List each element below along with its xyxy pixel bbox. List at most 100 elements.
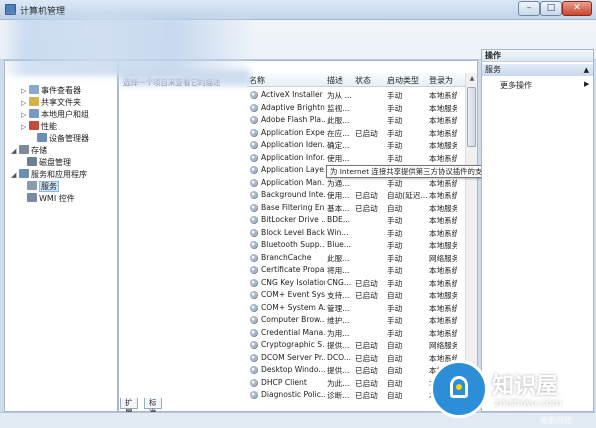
table-row[interactable]: Cryptographic S... 提供... 已启动 自动 网络服务 [247, 339, 467, 352]
table-row[interactable]: Computer Brow... 维护... 手动 本地系统 [247, 314, 467, 327]
tree-item-label: 性能 [41, 122, 57, 131]
tree-item[interactable]: ▷ 性能 [21, 121, 57, 133]
table-cell: 手动 [387, 103, 403, 113]
table-cell: Computer Brow... [261, 315, 325, 324]
maximize-button[interactable]: □ [540, 1, 562, 16]
service-gear-icon [250, 91, 258, 99]
services-list[interactable]: 名称 描述 状态 启动类型登录为 ActiveX Installer ...为从 ..… [247, 73, 467, 399]
table-row[interactable]: Adaptive Brightn...监视... 手动 本地服务 [247, 102, 467, 115]
watermark-url: zhishiwu.com [494, 398, 562, 409]
table-row[interactable]: COM+ System A... 管理... 手动 本地系统 [247, 302, 467, 315]
table-cell: Application Iden... [261, 140, 325, 149]
tree-item[interactable]: ▷ 共享文件夹 [21, 97, 81, 109]
table-row[interactable]: Block Level Back... Win... 手动 本地系统 [247, 227, 467, 240]
table-cell: 手动 [387, 228, 403, 238]
table-row[interactable]: ActiveX Installer ...为从 ... 手动 本地系统 [247, 89, 467, 102]
watermark-title: 知识屋 [492, 374, 559, 399]
table-cell: 自动 [387, 341, 403, 350]
close-button[interactable]: ✕ [562, 1, 592, 16]
table-row[interactable]: Bluetooth Supp... Blue... 手动 本地服务 [247, 239, 467, 252]
tree-item[interactable]: ▷ 本地用户和组 [21, 109, 89, 121]
expand-arrow-icon[interactable]: ▷ [21, 109, 29, 121]
table-row[interactable]: Certificate Propa... 将用... 手动 本地系统 [247, 264, 467, 277]
table-row[interactable]: Application Iden... 确定... 手动 本地服务 [247, 139, 467, 152]
service-gear-icon [250, 353, 258, 362]
tree-item[interactable]: 服务 [19, 181, 59, 193]
service-gear-icon [250, 366, 258, 374]
tab-standard[interactable]: 标准 [144, 398, 162, 417]
table-row[interactable]: CNG Key Isolation CNG... 已启动 手动 本地系统 [247, 277, 467, 290]
tree-item[interactable]: 设备管理器 [29, 133, 89, 145]
more-actions-item[interactable]: 更多操作 [500, 80, 532, 91]
service-gear-icon [250, 166, 258, 174]
table-cell: 手动 [387, 303, 403, 313]
table-row[interactable]: BitLocker Drive ... BDE... 手动 本地系统 [247, 214, 467, 227]
actions-section-label: 服务 [485, 65, 501, 74]
service-gear-icon [250, 241, 258, 249]
expand-arrow-icon[interactable]: ◢ [11, 145, 19, 157]
column-header[interactable]: 描述 [327, 75, 343, 86]
collapse-icon[interactable]: ▲ [584, 64, 589, 76]
tree-item[interactable]: WMI 控件 [19, 193, 75, 205]
column-header[interactable]: 登录为 [429, 75, 453, 86]
tree-item[interactable]: ◢ 存储 [11, 145, 47, 157]
service-tooltip: 为 Internet 连接共享提供第三方协议插件的支持 [326, 165, 490, 178]
tree-item-label: 磁盘管理 [39, 158, 71, 167]
table-cell: 已启动 [355, 291, 378, 300]
column-header[interactable]: 状态 [355, 75, 371, 86]
table-cell: 已启动 [355, 278, 378, 288]
service-gear-icon [250, 266, 258, 274]
expand-arrow-icon[interactable]: ▷ [21, 97, 29, 109]
table-row[interactable]: Adobe Flash Pla... 此服... 手动 本地系统 [247, 114, 467, 127]
table-row[interactable]: COM+ Event Sys...支持... 已启动自动 本地服务 [247, 289, 467, 302]
table-cell: 手动 [387, 91, 403, 100]
table-cell: COM+ System A... [261, 302, 325, 312]
table-cell: 为此... [327, 378, 350, 388]
list-header: 名称 描述 状态 启动类型 登录为 [247, 73, 467, 87]
table-cell: 本地系统 [429, 228, 457, 238]
tree-item[interactable]: ◢ 服务和应用程序 [11, 169, 87, 181]
table-cell: 本地服务 [429, 203, 457, 213]
expand-arrow-icon[interactable]: ▷ [21, 85, 29, 97]
table-row[interactable]: Credential Mana... 为用... 手动 本地系统 [247, 327, 467, 340]
service-gear-icon [250, 316, 258, 324]
scroll-thumb[interactable] [467, 87, 476, 147]
tree-item[interactable]: 磁盘管理 [19, 157, 71, 169]
table-cell: 已启动 [355, 341, 378, 350]
expand-arrow-icon[interactable]: ◢ [11, 169, 19, 181]
table-cell: 监视... [327, 103, 350, 113]
table-cell: 本地服务 [429, 103, 457, 113]
table-cell: 本地系统 [429, 91, 457, 100]
table-cell: 自动(延迟... [387, 191, 427, 200]
table-cell: 基本... [327, 203, 350, 213]
service-gear-icon [250, 378, 258, 387]
table-cell: CNG... [327, 277, 352, 287]
tree-item-label: 服务 [39, 181, 59, 192]
vertical-scrollbar[interactable]: ▲ ▼ [465, 73, 477, 399]
column-header[interactable]: 启动类型 [387, 75, 419, 86]
table-cell: Background Inte... [261, 190, 325, 199]
table-cell: Application Infor... [261, 152, 325, 162]
tab-extended[interactable]: 扩展 [120, 398, 138, 417]
table-cell: 已启动 [355, 366, 378, 375]
table-row[interactable]: Base Filtering En... 基本... 已启动 自动 本地服务 [247, 202, 467, 215]
table-cell: Credential Mana... [261, 327, 325, 337]
tree-item[interactable]: ▷ 事件查看器 [21, 85, 81, 97]
scroll-up-icon[interactable]: ▲ [468, 75, 476, 83]
table-row[interactable]: Application Man... 为通... 手动 本地系统 [247, 177, 467, 190]
expand-arrow-icon[interactable]: ▷ [21, 121, 29, 133]
table-cell: 本地系统 [429, 191, 457, 200]
table-cell: 在应... [327, 128, 350, 138]
tree-item-label: 事件查看器 [41, 86, 81, 95]
service-gear-icon [250, 291, 258, 299]
table-row[interactable]: Application Expe... 在应... 已启动 手动 本地系统 [247, 127, 467, 140]
table-cell: 手动 [387, 316, 403, 325]
minimize-button[interactable]: – [518, 1, 540, 16]
watermark-sub: 电脑网络 [540, 416, 572, 425]
table-cell: 自动 [387, 291, 403, 300]
table-row[interactable]: Background Inte... 使用... 已启动 自动(延迟... 本地系统 [247, 189, 467, 202]
column-header[interactable]: 名称 [249, 75, 265, 86]
table-row[interactable]: Application Infor... 使用... 手动 本地系统 [247, 152, 467, 165]
actions-section-services[interactable]: 服务 ▲ [482, 64, 593, 76]
table-row[interactable]: BranchCache 此服... 手动 网络服务 [247, 252, 467, 265]
